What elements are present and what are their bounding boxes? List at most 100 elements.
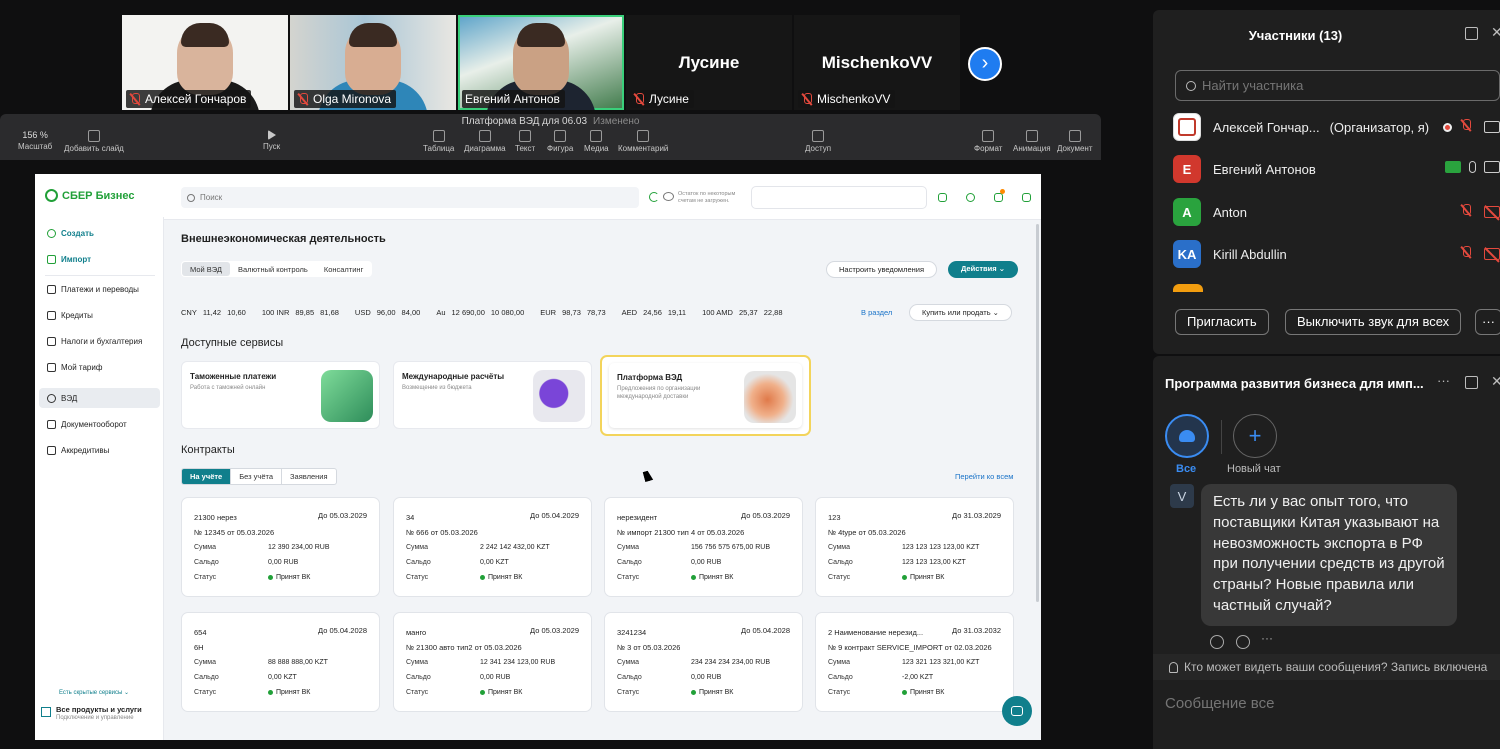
close-icon[interactable]: ✕ [1491,24,1500,41]
add-slide-button[interactable]: Добавить слайд [64,130,124,153]
nav-taxes[interactable]: Налоги и бухгалтерия [47,337,142,346]
service-intl-payments[interactable]: Международные расчёты Возмещение из бюдж… [393,361,592,429]
contract-card[interactable]: 21300 нерез До 05.03.2029 № 12345 от 05.03… [181,497,380,597]
notifications-button[interactable]: Настроить уведомления [826,261,938,278]
participant-search-input[interactable] [1202,78,1492,93]
users-icon[interactable] [933,188,951,206]
animate-button[interactable]: Анимация [1013,130,1051,153]
settings-icon[interactable] [961,188,979,206]
participant-row[interactable]: A Anton [1173,197,1500,227]
video-tile-3[interactable]: Евгений Антонов [458,15,624,110]
participant-row[interactable]: KA Kirill Abdullin [1173,239,1500,269]
nav-hidden-services[interactable]: Есть скрытые сервисы ⌄ [59,689,129,696]
tab-unregistered[interactable]: Без учёта [231,469,283,484]
camera-off-icon[interactable] [1484,206,1500,218]
buy-sell-button[interactable]: Купить или продать ⌄ [909,304,1012,321]
share-button[interactable]: Доступ [805,130,831,153]
nav-create[interactable]: Создать [47,229,94,238]
document-button[interactable]: Документ [1057,130,1093,153]
more-dots-icon[interactable]: ··· [1261,631,1275,645]
chat-more-button[interactable]: ··· [1437,373,1450,388]
contract-card[interactable]: 2 Наименование нерезид... До 31.03.2032 № … [815,612,1014,712]
visibility-notice[interactable]: Кто может видеть ваши сообщения? Запись … [1153,654,1500,680]
nav-payments[interactable]: Платежи и переводы [47,285,139,294]
new-chat-button[interactable]: + [1233,414,1277,458]
rates-section-link[interactable]: В раздел [861,308,892,317]
contract-card[interactable]: 123 До 31.03.2029 № 4type от 05.03.2026 Сум… [815,497,1014,597]
page-scrollbar[interactable] [1036,224,1039,602]
logout-icon[interactable] [1017,188,1035,206]
participant-search[interactable] [1175,70,1500,101]
tab-consulting[interactable]: Консалтинг [316,262,371,276]
mic-off-icon[interactable] [1460,119,1476,135]
emoji-icon[interactable] [1236,635,1250,649]
camera-icon[interactable] [1484,161,1500,173]
video-tile-4[interactable]: Лусине Лусине [626,15,792,110]
chat-message-input[interactable] [1165,691,1485,715]
contract-card[interactable]: 654 До 05.04.2028 6Н Сумма 88 888 888,00 KZT… [181,612,380,712]
comment-button[interactable]: Комментарий [618,130,668,153]
popout-icon[interactable] [1465,27,1478,40]
sber-search[interactable] [181,187,639,208]
mute-all-button[interactable]: Выключить звук для всех [1285,309,1462,335]
nav-all-products[interactable]: Все продукты и услуги Подключение и управ… [41,705,159,721]
zoom-control[interactable]: 156 % Масштаб [18,130,52,151]
camera-off-icon[interactable] [1484,248,1500,260]
nav-docflow[interactable]: Документооборот [47,420,127,429]
all-contracts-link[interactable]: Перейти ко всем [955,472,1013,481]
nav-letters-credit[interactable]: Аккредитивы [47,446,109,455]
contract-card[interactable]: нерезидент До 05.03.2029 № импорт 21300 ти… [604,497,803,597]
sber-search-input[interactable] [200,193,600,202]
close-icon[interactable]: ✕ [1491,373,1500,390]
mic-off-icon[interactable] [1460,204,1476,220]
media-button[interactable]: Медиа [584,130,609,153]
eye-off-icon[interactable] [663,192,674,201]
tab-applications[interactable]: Заявления [282,469,336,484]
contract-card[interactable]: манго До 05.03.2029 № 21300 авто тип2 от 0… [393,612,592,712]
next-videos-button[interactable]: › [968,47,1002,81]
video-tile-1[interactable]: Алексей Гончаров [122,15,288,110]
refresh-icon[interactable] [649,192,659,202]
tab-currency-control[interactable]: Валютный контроль [230,262,316,276]
mic-off-icon[interactable] [1460,246,1476,262]
popout-icon[interactable] [1465,376,1478,389]
status-label: Статус [828,689,851,696]
format-button[interactable]: Формат [974,130,1002,153]
service-customs[interactable]: Таможенные платежи Работа с таможней онл… [181,361,380,429]
text-button[interactable]: Текст [515,130,535,153]
camera-icon[interactable] [1484,121,1500,133]
status-badge: Принят ВК [691,574,733,581]
nav-ved[interactable]: ВЭД [47,394,77,403]
service-ved-platform[interactable]: Платформа ВЭД Предложения по организации… [600,355,811,436]
more-button[interactable]: ··· [1475,309,1500,335]
saldo-label: Сальдо [617,559,642,566]
contract-card[interactable]: 34 До 05.04.2029 № 666 от 05.03.2026 Сумма 2… [393,497,592,597]
nav-import[interactable]: Импорт [47,255,91,264]
tab-registered[interactable]: На учёте [182,469,232,484]
nav-credits[interactable]: Кредиты [47,311,93,320]
actions-button[interactable]: Действия ⌄ [948,261,1019,278]
support-chat-button[interactable] [1002,696,1032,726]
contract-card[interactable]: 3241234 До 05.04.2028 № 3 от 05.03.2026 Сум… [604,612,803,712]
account-selector[interactable] [751,186,927,209]
reply-icon[interactable] [1210,635,1224,649]
chat-message[interactable]: Есть ли у вас опыт того, что поставщики … [1201,484,1457,626]
chat-all-button[interactable] [1165,414,1209,458]
invite-button[interactable]: Пригласить [1175,309,1269,335]
video-tile-5[interactable]: MischenkoVV MischenkoVV [794,15,960,110]
participant-row[interactable]: Е Евгений Антонов [1173,154,1500,184]
video-tile-2[interactable]: Olga Mironova [290,15,456,110]
chat-panel: Программа развития бизнеса для имп... ··… [1153,356,1500,749]
mic-icon[interactable] [1469,161,1476,173]
chart-button[interactable]: Диаграмма [464,130,506,153]
participant-row[interactable]: Алексей Гончар... (Организатор, я) [1173,112,1500,142]
shape-button[interactable]: Фигура [547,130,573,153]
contract-sum: 156 756 575 675,00 RUB [691,544,771,551]
contract-saldo: 0,00 RUB [691,559,722,566]
tab-my-ved[interactable]: Мой ВЭД [182,262,230,276]
nav-tariff[interactable]: Мой тариф [47,363,102,372]
table-button[interactable]: Таблица [423,130,454,153]
sber-logo[interactable]: СБЕР Бизнес [45,189,134,202]
play-button[interactable]: Пуск [263,130,280,151]
bell-icon[interactable] [989,188,1007,206]
